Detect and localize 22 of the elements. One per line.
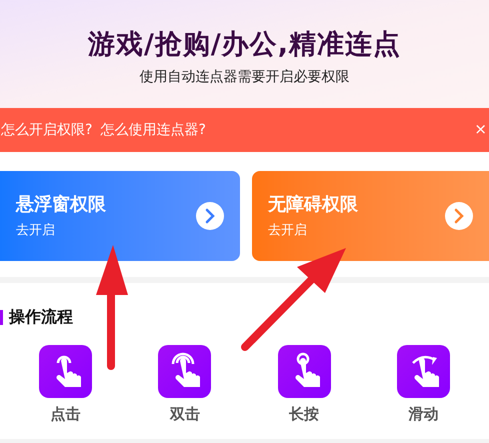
gesture-icon[interactable] <box>396 345 450 398</box>
gesture-icon[interactable] <box>158 345 212 398</box>
chevron-right-icon <box>445 202 473 230</box>
card-action: 去开启 <box>268 223 308 239</box>
card-action: 去开启 <box>16 223 56 239</box>
permission-card[interactable]: 无障碍权限 去开启 <box>252 171 489 261</box>
section-title: 操作流程 <box>9 306 73 328</box>
close-button[interactable]: × <box>474 120 487 138</box>
permission-card[interactable]: 悬浮窗权限 去开启 <box>0 171 240 261</box>
gesture-label: 点击 <box>50 404 81 424</box>
card-title: 无障碍权限 <box>268 193 358 217</box>
headline: 游戏/抢购/办公,精准连点 <box>88 28 401 62</box>
gesture-icon[interactable] <box>39 345 92 398</box>
gesture-label: 长按 <box>289 404 320 424</box>
gesture-label: 双击 <box>170 404 200 424</box>
help-link[interactable]: 怎么使用连点器? <box>100 120 206 140</box>
chevron-right-icon <box>196 202 224 230</box>
gesture-icon[interactable] <box>278 345 331 398</box>
help-link[interactable]: 怎么开启权限? <box>1 120 92 140</box>
gesture-label: 滑动 <box>408 404 438 424</box>
card-title: 悬浮窗权限 <box>16 193 106 217</box>
subtitle: 使用自动连点器需要开启必要权限 <box>140 68 350 86</box>
